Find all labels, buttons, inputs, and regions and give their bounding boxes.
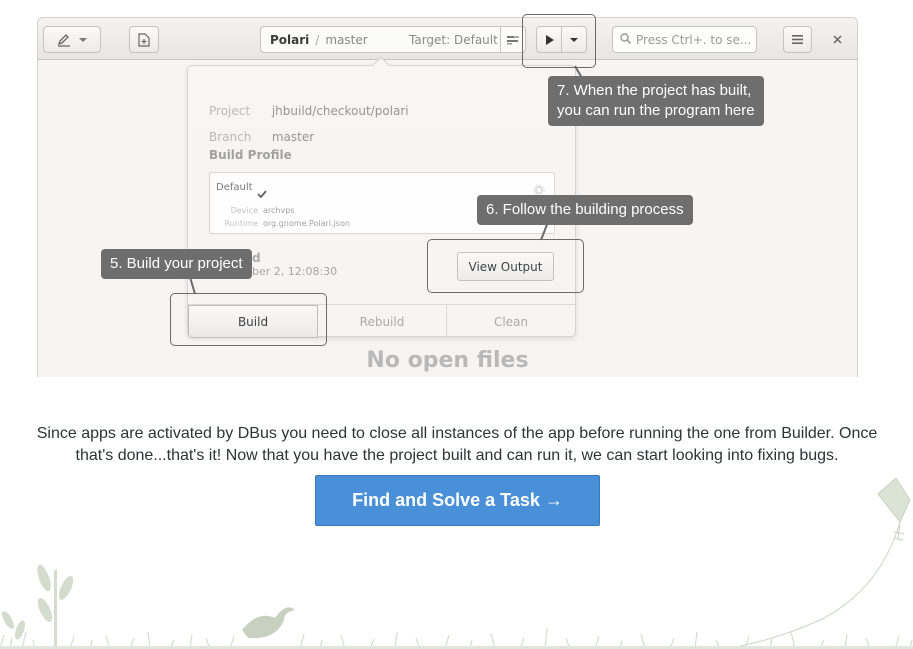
checkmark-icon	[257, 183, 267, 202]
menu-icon	[792, 35, 803, 44]
device-row: Device archvps	[216, 206, 295, 215]
branch-row: Branch master	[209, 130, 314, 144]
omnibar[interactable]: Polari / master Target: Default	[260, 26, 500, 53]
pencil-icon	[57, 33, 71, 47]
callout-step-5: 5. Build your project	[101, 249, 252, 279]
project-value: jhbuild/checkout/polari	[271, 104, 409, 118]
new-document-button[interactable]	[129, 26, 159, 53]
run-highlight	[522, 14, 596, 68]
runtime-value: org.gnome.Polari.json	[263, 219, 350, 228]
header-bar: Polari / master Target: Default Press Ct…	[38, 18, 857, 60]
new-document-icon	[138, 32, 150, 47]
branch-value: master	[271, 130, 315, 144]
builder-window: Polari / master Target: Default Press Ct…	[37, 17, 858, 377]
menu-button[interactable]	[783, 26, 812, 53]
runtime-label: Runtime	[224, 219, 258, 228]
profile-name: Default	[216, 182, 253, 193]
close-window-button[interactable]	[824, 26, 850, 53]
build-profile-title: Build Profile	[209, 148, 292, 162]
chevron-down-icon	[79, 37, 87, 43]
build-highlight	[170, 293, 327, 346]
view-output-highlight	[427, 239, 584, 293]
new-file-menu-button[interactable]	[43, 26, 101, 53]
callout-step-6: 6. Follow the building process	[477, 195, 693, 225]
intro-paragraph: Since apps are activated by DBus you nee…	[14, 423, 900, 467]
search-icon	[620, 32, 632, 47]
device-label: Device	[230, 206, 258, 215]
close-icon	[832, 35, 842, 44]
omnibar-target: Target: Default	[409, 32, 498, 47]
search-input[interactable]: Press Ctrl+. to se...	[612, 26, 757, 53]
omnibar-branch: master	[325, 32, 368, 47]
intro-line-1: Since apps are activated by DBus you nee…	[36, 425, 878, 442]
project-row: Project jhbuild/checkout/polari	[209, 104, 409, 118]
callout-step-7-line1: 7. When the project has built,	[557, 82, 752, 99]
search-placeholder: Press Ctrl+. to se...	[636, 32, 752, 47]
footer-decoration	[0, 477, 913, 649]
device-value: archvps	[263, 206, 295, 215]
omnibar-separator: /	[315, 32, 320, 47]
callout-step-7: 7. When the project has built, you can r…	[548, 76, 764, 126]
no-open-files-label: No open files	[366, 348, 529, 373]
runtime-row: Runtime org.gnome.Polari.json	[216, 219, 350, 228]
branch-label: Branch	[209, 130, 252, 144]
rebuild-button[interactable]: Rebuild	[318, 305, 447, 338]
intro-line-2: that's done...that's it! Now that you ha…	[75, 447, 839, 464]
build-log-icon	[507, 30, 519, 49]
callout-step-7-line2: you can run the program here	[557, 102, 755, 119]
project-label: Project	[209, 104, 251, 118]
omnibar-project: Polari	[270, 32, 310, 47]
clean-button[interactable]: Clean	[447, 305, 575, 338]
